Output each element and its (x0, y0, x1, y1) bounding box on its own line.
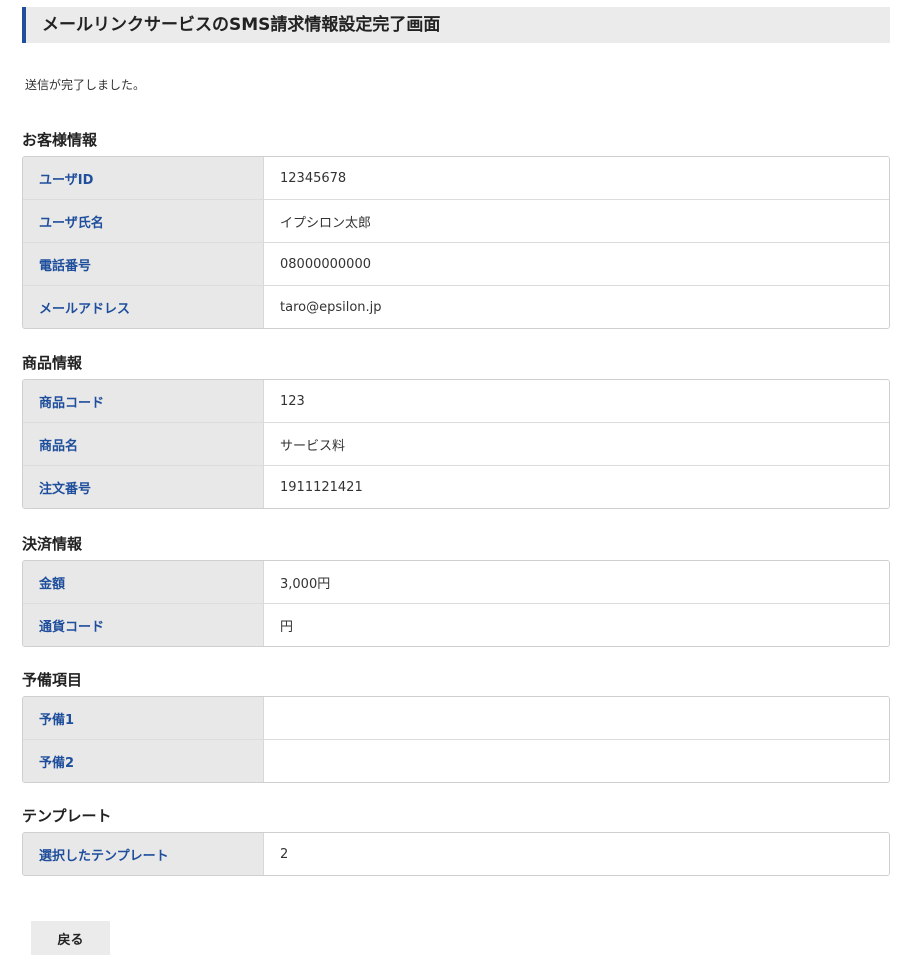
table-row: 通貨コード 円 (23, 603, 889, 646)
table-row: 注文番号 1911121421 (23, 465, 889, 508)
row-value-reserve-1 (264, 697, 889, 739)
row-label-user-name: ユーザ氏名 (23, 200, 264, 242)
page-title: メールリンクサービスのSMS請求情報設定完了画面 (22, 7, 890, 43)
section-heading-template: テンプレート (22, 807, 112, 825)
row-label-user-id: ユーザID (23, 157, 264, 199)
payment-info-table: 金額 3,000円 通貨コード 円 (22, 560, 890, 647)
row-value-product-code: 123 (264, 380, 889, 422)
section-heading-customer: お客様情報 (22, 131, 98, 149)
table-row: 商品名 サービス料 (23, 422, 889, 465)
table-row: 電話番号 08000000000 (23, 242, 889, 285)
table-row: 商品コード 123 (23, 380, 889, 422)
reserve-info-table: 予備1 予備2 (22, 696, 890, 783)
table-row: 予備1 (23, 697, 889, 739)
product-info-table: 商品コード 123 商品名 サービス料 注文番号 1911121421 (22, 379, 890, 509)
row-value-order-number: 1911121421 (264, 466, 889, 508)
row-value-currency-code: 円 (264, 604, 889, 646)
row-value-product-name: サービス料 (264, 423, 889, 465)
table-row: 予備2 (23, 739, 889, 782)
template-info-table: 選択したテンプレート 2 (22, 832, 890, 876)
row-value-user-name: イプシロン太郎 (264, 200, 889, 242)
row-label-amount: 金額 (23, 561, 264, 603)
row-label-currency-code: 通貨コード (23, 604, 264, 646)
row-label-product-code: 商品コード (23, 380, 264, 422)
table-row: 金額 3,000円 (23, 561, 889, 603)
row-label-product-name: 商品名 (23, 423, 264, 465)
row-label-reserve-1: 予備1 (23, 697, 264, 739)
table-row: ユーザ氏名 イプシロン太郎 (23, 199, 889, 242)
section-heading-payment: 決済情報 (22, 535, 83, 553)
row-value-selected-template: 2 (264, 833, 889, 875)
table-row: メールアドレス taro@epsilon.jp (23, 285, 889, 328)
section-heading-product: 商品情報 (22, 354, 83, 372)
row-label-phone: 電話番号 (23, 243, 264, 285)
row-value-reserve-2 (264, 740, 889, 782)
row-label-selected-template: 選択したテンプレート (23, 833, 264, 875)
row-label-reserve-2: 予備2 (23, 740, 264, 782)
row-label-email: メールアドレス (23, 286, 264, 328)
row-value-amount: 3,000円 (264, 561, 889, 603)
row-label-order-number: 注文番号 (23, 466, 264, 508)
table-row: 選択したテンプレート 2 (23, 833, 889, 875)
section-heading-reserve: 予備項目 (22, 671, 83, 689)
table-row: ユーザID 12345678 (23, 157, 889, 199)
row-value-phone: 08000000000 (264, 243, 889, 285)
back-button[interactable]: 戻る (31, 921, 110, 955)
row-value-user-id: 12345678 (264, 157, 889, 199)
customer-info-table: ユーザID 12345678 ユーザ氏名 イプシロン太郎 電話番号 080000… (22, 156, 890, 329)
row-value-email: taro@epsilon.jp (264, 286, 889, 328)
completion-message: 送信が完了しました。 (25, 78, 146, 92)
